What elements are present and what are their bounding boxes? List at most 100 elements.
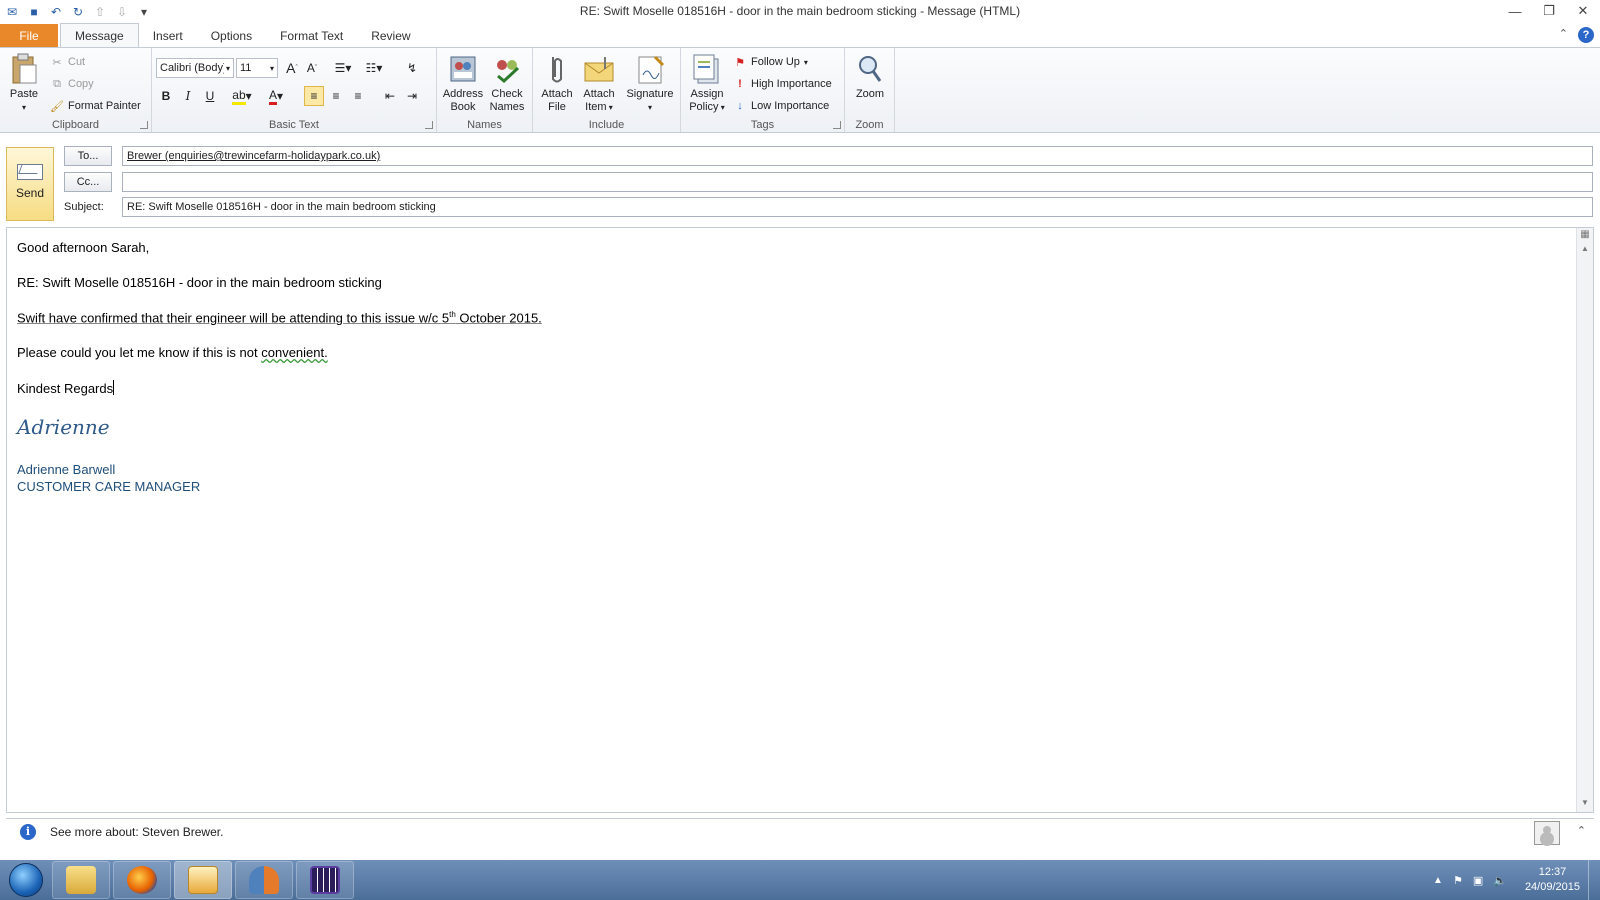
- send-icon: [17, 164, 43, 180]
- font-name-select[interactable]: Calibri (Body) ▾: [156, 58, 234, 78]
- confirm-text: Swift have confirmed that their engineer…: [17, 310, 450, 326]
- tags-launcher-icon[interactable]: [833, 121, 841, 129]
- highlight-icon[interactable]: ab ▾: [228, 86, 256, 106]
- policy-icon: [691, 52, 723, 86]
- cut-button[interactable]: ✂ Cut: [50, 52, 85, 72]
- taskbar-firefox[interactable]: [113, 861, 171, 899]
- to-recipient[interactable]: Brewer (enquiries@trewincefarm-holidaypa…: [127, 150, 380, 162]
- send-button[interactable]: Send: [6, 147, 54, 221]
- envelope-icon: [583, 52, 615, 86]
- ribbon: Paste ▾ ✂ Cut ⧉ Copy 🖌 Format Painter Clipb…: [0, 47, 1600, 133]
- taskbar-outlook[interactable]: [174, 861, 232, 899]
- align-center-icon[interactable]: ≡: [326, 86, 346, 106]
- high-importance-button[interactable]: ! High Importance: [733, 74, 832, 94]
- format-painter-button[interactable]: 🖌 Format Painter: [50, 96, 141, 116]
- customize-icon[interactable]: ▾: [134, 2, 154, 22]
- up-icon[interactable]: ⇧: [90, 2, 110, 22]
- tab-format-text[interactable]: Format Text: [266, 24, 357, 47]
- message-header: Send To... Brewer (enquiries@trewincefar…: [0, 134, 1600, 224]
- assign-policy-label-1: Assign: [690, 88, 724, 100]
- font-color-icon[interactable]: A ▾: [262, 86, 290, 106]
- copy-button[interactable]: ⧉ Copy: [50, 74, 94, 94]
- ribbon-tabs: File Message Insert Options Format Text …: [0, 23, 1600, 47]
- paste-dropdown-icon[interactable]: ▾: [6, 101, 42, 114]
- minimize-ribbon-icon[interactable]: ⌃: [1559, 27, 1568, 43]
- attach-item-button[interactable]: Attach Item ▾: [579, 52, 619, 114]
- body-scrollbar[interactable]: ▦ ▲ ▼: [1576, 228, 1593, 812]
- help-icon[interactable]: ?: [1578, 27, 1594, 43]
- signature-title: CUSTOMER CARE MANAGER: [17, 479, 201, 494]
- assign-policy-label-2: Policy: [689, 101, 719, 113]
- scroll-down-icon[interactable]: ▼: [1577, 796, 1593, 810]
- to-field[interactable]: Brewer (enquiries@trewincefarm-holidaypa…: [122, 146, 1593, 166]
- zoom-button[interactable]: Zoom: [849, 52, 891, 101]
- increase-indent-icon[interactable]: ⇥: [402, 86, 422, 106]
- italic-icon[interactable]: I: [178, 86, 198, 106]
- save-icon[interactable]: ■: [24, 2, 44, 22]
- tab-review[interactable]: Review: [357, 24, 424, 47]
- subject-label: Subject:: [64, 201, 104, 213]
- contacts-icon: [249, 866, 279, 894]
- action-center-flag-icon[interactable]: ⚑: [1453, 874, 1463, 887]
- grow-font-icon[interactable]: Aˆ: [282, 58, 302, 78]
- avatar[interactable]: [1534, 821, 1560, 845]
- start-button[interactable]: [0, 860, 52, 900]
- show-desktop-button[interactable]: [1588, 860, 1600, 900]
- underline-icon[interactable]: U: [200, 86, 220, 106]
- down-arrow-icon: ↓: [737, 100, 743, 112]
- shrink-font-icon[interactable]: Aˇ: [302, 58, 322, 78]
- clipboard-launcher-icon[interactable]: [140, 121, 148, 129]
- chevron-down-icon: ▾: [803, 57, 808, 67]
- taskbar-explorer[interactable]: [52, 861, 110, 899]
- taskbar-calendar-app[interactable]: [296, 861, 354, 899]
- clock[interactable]: 12:37 24/09/2015: [1525, 865, 1580, 895]
- low-importance-button[interactable]: ↓ Low Importance: [733, 96, 829, 116]
- copy-label: Copy: [68, 78, 94, 90]
- volume-icon[interactable]: 🔈: [1493, 874, 1507, 887]
- to-button[interactable]: To...: [64, 146, 112, 166]
- bold-icon[interactable]: B: [156, 86, 176, 106]
- scroll-up-icon[interactable]: ▲: [1577, 242, 1593, 256]
- paste-button[interactable]: Paste ▾: [6, 52, 42, 114]
- body-text[interactable]: Good afternoon Sarah, RE: Swift Moselle …: [17, 240, 542, 495]
- cc-button[interactable]: Cc...: [64, 172, 112, 192]
- align-right-icon[interactable]: ≡: [348, 86, 368, 106]
- undo-icon[interactable]: ↶: [46, 2, 66, 22]
- taskbar-contacts[interactable]: [235, 861, 293, 899]
- send-label: Send: [15, 186, 45, 200]
- follow-up-button[interactable]: ⚑ Follow Up ▾: [733, 52, 808, 72]
- styles-icon[interactable]: ↯: [402, 58, 422, 78]
- cc-field[interactable]: [122, 172, 1593, 192]
- ruler-icon[interactable]: ▦: [1577, 228, 1593, 242]
- restore-icon[interactable]: ❐: [1532, 0, 1566, 22]
- tab-message[interactable]: Message: [60, 23, 139, 47]
- tab-insert[interactable]: Insert: [139, 24, 197, 47]
- subject-field[interactable]: RE: Swift Moselle 018516H - door in the …: [122, 197, 1593, 217]
- bullets-icon[interactable]: ☰▾: [330, 58, 356, 78]
- close-icon[interactable]: ✕: [1566, 0, 1600, 22]
- tab-file[interactable]: File: [0, 24, 58, 47]
- show-hidden-icons-icon[interactable]: ▲: [1433, 875, 1443, 886]
- minimize-icon[interactable]: —: [1498, 0, 1532, 22]
- expand-people-pane-icon[interactable]: ⌃: [1577, 824, 1586, 837]
- zoom-label: Zoom: [855, 88, 885, 100]
- check-names-button[interactable]: Check Names: [485, 52, 529, 114]
- decrease-indent-icon[interactable]: ⇤: [380, 86, 400, 106]
- address-book-button[interactable]: Address Book: [441, 52, 485, 114]
- message-body[interactable]: Good afternoon Sarah, RE: Swift Moselle …: [6, 227, 1594, 813]
- attach-file-button[interactable]: Attach File: [537, 52, 577, 114]
- numbering-icon[interactable]: ☷▾: [360, 58, 388, 78]
- outlook-icon[interactable]: ✉: [2, 2, 22, 22]
- font-size-select[interactable]: 11 ▾: [236, 58, 278, 78]
- basic-text-launcher-icon[interactable]: [425, 121, 433, 129]
- network-icon[interactable]: ▣: [1473, 874, 1483, 887]
- redo-icon[interactable]: ↻: [68, 2, 88, 22]
- zoom-group-label: Zoom: [855, 119, 884, 131]
- assign-policy-button[interactable]: Assign Policy ▾: [685, 52, 729, 114]
- tab-options[interactable]: Options: [197, 24, 266, 47]
- signature-button[interactable]: Signature ▾: [623, 52, 677, 114]
- down-icon[interactable]: ⇩: [112, 2, 132, 22]
- signature-name: Adrienne Barwell: [17, 462, 116, 477]
- align-left-icon[interactable]: ≡: [304, 86, 324, 106]
- people-pane-text[interactable]: See more about: Steven Brewer.: [50, 825, 223, 839]
